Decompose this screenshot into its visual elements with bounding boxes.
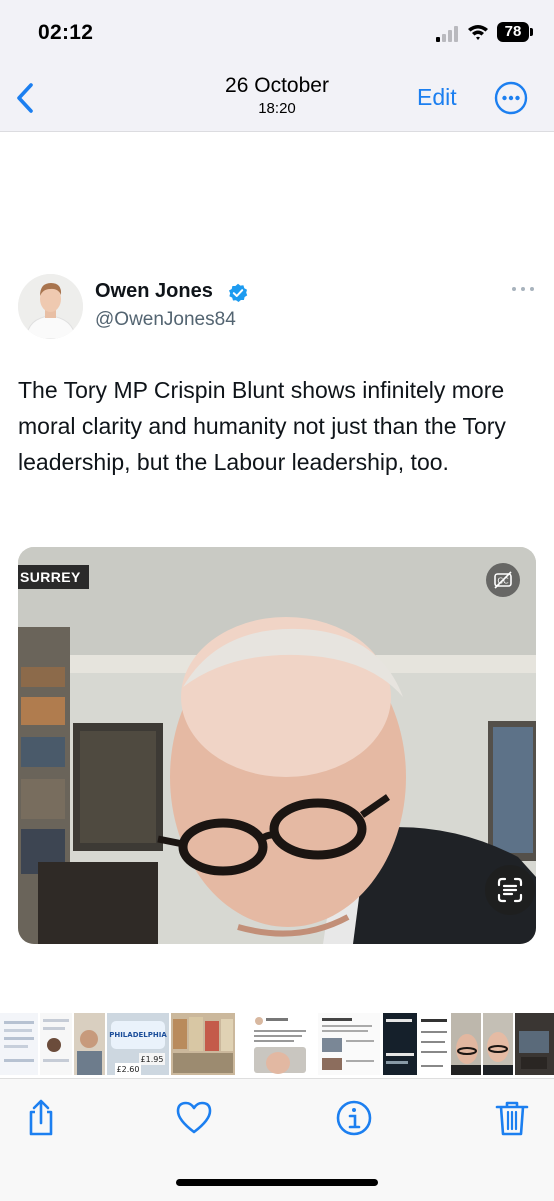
photo-filmstrip[interactable]: PHILADELPHIA £1.95 £2.60 — [0, 1010, 554, 1078]
author-handle: @OwenJones84 — [95, 309, 236, 330]
brand-label: PHILADELPHIA — [109, 1031, 167, 1039]
captions-off-icon: CC — [494, 571, 512, 589]
thumbnail[interactable] — [74, 1013, 105, 1075]
more-circle-icon — [494, 81, 528, 115]
wifi-icon — [468, 25, 488, 40]
back-button[interactable] — [12, 80, 42, 116]
thumbnail[interactable] — [419, 1013, 449, 1075]
thumbnail[interactable] — [171, 1013, 235, 1075]
live-text-scan-icon — [497, 877, 523, 903]
battery-icon: 78 — [497, 22, 529, 42]
status-bar: 02:12 78 — [0, 0, 554, 64]
tweet-card: Owen Jones @OwenJones84 The Tory MP Cris… — [0, 132, 554, 1010]
price-label: £2.60 — [117, 1065, 140, 1074]
thumbnail[interactable] — [318, 1013, 380, 1075]
info-icon[interactable] — [334, 1098, 374, 1138]
cellular-signal-icon — [436, 26, 460, 42]
avatar — [18, 274, 83, 339]
nav-subtitle: 18:20 — [258, 100, 296, 117]
chevron-left-icon — [17, 83, 33, 113]
trash-icon[interactable] — [492, 1098, 532, 1138]
tweet-more-icon — [512, 287, 534, 291]
home-indicator — [176, 1179, 378, 1186]
battery-tip — [530, 28, 533, 36]
thumbnail[interactable] — [40, 1013, 72, 1075]
live-text-button[interactable] — [485, 865, 535, 915]
nav-title: 26 October — [225, 74, 329, 97]
video-frame — [18, 547, 536, 944]
channel-tag: SURREY — [18, 565, 89, 589]
share-icon[interactable] — [21, 1098, 61, 1138]
nav-bar: 26 October 18:20 Edit — [0, 64, 554, 132]
thumbnail[interactable] — [0, 1013, 38, 1075]
price-label: £1.95 — [141, 1055, 164, 1064]
thumbnail[interactable] — [383, 1013, 417, 1075]
thumbnail[interactable] — [515, 1013, 554, 1075]
author-name: Owen Jones — [95, 280, 213, 302]
thumbnail[interactable]: PHILADELPHIA £1.95 £2.60 — [107, 1013, 169, 1075]
verified-badge-icon — [229, 283, 248, 302]
captions-button[interactable]: CC — [486, 563, 520, 597]
edit-button[interactable]: Edit — [417, 84, 457, 111]
thumbnail[interactable] — [451, 1013, 481, 1075]
video-media[interactable]: SURREY CC — [18, 547, 536, 944]
more-button[interactable] — [494, 81, 528, 115]
thumbnail[interactable] — [483, 1013, 513, 1075]
tweet-text: The Tory MP Crispin Blunt shows infinite… — [18, 377, 506, 475]
status-time: 02:12 — [38, 21, 94, 44]
heart-icon[interactable] — [174, 1098, 214, 1138]
thumbnail-selected[interactable] — [248, 1013, 312, 1075]
